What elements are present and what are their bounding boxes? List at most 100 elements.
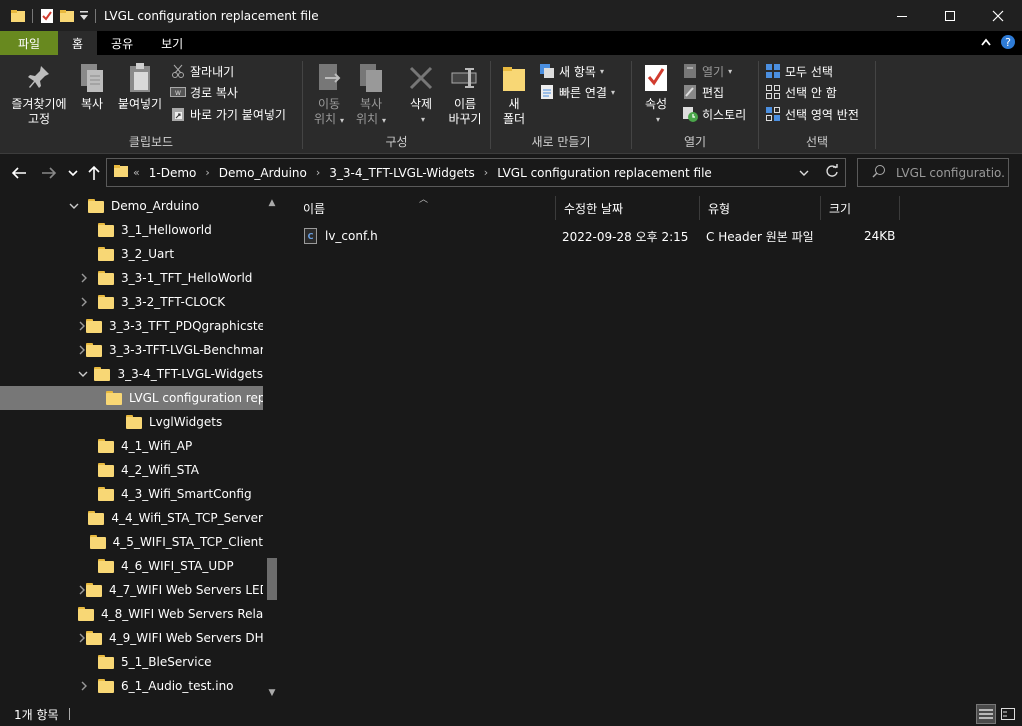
copy-to-label-1: 복사 <box>359 97 383 111</box>
overflow-crumbs[interactable]: « <box>133 166 140 179</box>
easy-access-button[interactable]: 빠른 연결 ▾ <box>539 82 615 102</box>
new-item-button[interactable]: 새 항목 ▾ <box>539 61 604 81</box>
breadcrumb-demo-arduino[interactable]: Demo_Arduino <box>219 166 307 180</box>
chevron-right-icon[interactable] <box>78 681 90 691</box>
invert-selection-button[interactable]: 선택 영역 반전 <box>765 104 859 124</box>
tree-item[interactable]: 4_3_Wifi_SmartConfig <box>0 482 263 506</box>
maximize-button[interactable] <box>926 0 974 31</box>
forward-button[interactable] <box>39 163 59 183</box>
tab-view[interactable]: 보기 <box>147 31 197 55</box>
collapse-ribbon-icon[interactable] <box>980 36 992 50</box>
copy-button[interactable]: 복사 <box>76 61 108 112</box>
tree-item[interactable]: 4_5_WIFI_STA_TCP_Client <box>0 530 263 554</box>
tree-item[interactable]: 3_3-3-TFT-LVGL-Benchmark <box>0 338 263 362</box>
chevron-right-icon[interactable] <box>78 345 86 355</box>
rename-button[interactable]: 이름 바꾸기 <box>445 61 485 127</box>
navigation-scrollbar[interactable]: ▲ ▼ <box>263 192 281 702</box>
scroll-down-icon[interactable]: ▼ <box>263 686 281 700</box>
tab-share[interactable]: 공유 <box>97 31 147 55</box>
ribbon-tabs: 파일 홈 공유 보기 ? <box>0 31 1022 55</box>
folder-icon <box>98 271 114 285</box>
chevron-right-icon[interactable] <box>78 585 86 595</box>
select-none-button[interactable]: 선택 안 함 <box>765 82 837 102</box>
chevron-down-icon[interactable] <box>68 202 80 210</box>
crumb-separator: › <box>315 166 321 179</box>
tree-item[interactable]: LvglWidgets <box>0 410 263 434</box>
tree-item[interactable]: Demo_Arduino <box>0 194 263 218</box>
copy-to-button[interactable]: 복사 위치 ▾ <box>353 61 389 128</box>
address-bar[interactable]: « 1-Demo › Demo_Arduino › 3_3-4_TFT-LVGL… <box>106 158 846 187</box>
folder-icon[interactable] <box>10 6 26 26</box>
properties-button[interactable]: 속성 ▾ <box>640 61 672 127</box>
customize-dropdown-icon[interactable] <box>79 6 89 26</box>
tree-item[interactable]: 4_4_Wifi_STA_TCP_Server <box>0 506 263 530</box>
close-button[interactable] <box>974 0 1022 31</box>
file-row[interactable]: C lv_conf.h 2022-09-28 오후 2:15 C Header … <box>297 224 897 248</box>
tree-item[interactable]: 6_1_Audio_test.ino <box>0 674 263 698</box>
open-button[interactable]: 열기 ▾ <box>682 61 732 81</box>
breadcrumb-1-demo[interactable]: 1-Demo <box>149 166 197 180</box>
history-button[interactable]: 히스토리 <box>682 104 746 124</box>
refresh-icon[interactable] <box>825 164 839 181</box>
tab-file[interactable]: 파일 <box>0 31 58 55</box>
delete-button[interactable]: 삭제 ▾ <box>403 61 439 127</box>
folder-icon <box>98 655 114 669</box>
up-button[interactable] <box>84 163 104 183</box>
chevron-right-icon[interactable] <box>78 297 90 307</box>
back-button[interactable] <box>9 163 29 183</box>
cut-button[interactable]: 잘라내기 <box>170 61 234 81</box>
chevron-right-icon[interactable] <box>78 633 86 643</box>
chevron-down-icon[interactable] <box>78 370 88 378</box>
large-icons-view-button[interactable] <box>998 704 1018 724</box>
tree-item[interactable]: LVGL configuration replacement file <box>0 386 263 410</box>
copy-path-button[interactable]: W 경로 복사 <box>170 82 238 102</box>
arrow-left-icon <box>11 167 26 179</box>
tree-item[interactable]: 4_6_WIFI_STA_UDP <box>0 554 263 578</box>
column-header-type[interactable]: 유형 <box>700 196 821 220</box>
tree-item[interactable]: 4_7_WIFI Web Servers LED <box>0 578 263 602</box>
select-all-button[interactable]: 모두 선택 <box>765 61 833 81</box>
details-view-button[interactable] <box>976 704 996 724</box>
column-header-size[interactable]: 크기 <box>821 196 900 220</box>
scrollbar-thumb[interactable] <box>267 558 277 600</box>
tree-item[interactable]: 3_3-2_TFT-CLOCK <box>0 290 263 314</box>
tree-item[interactable]: 4_2_Wifi_STA <box>0 458 263 482</box>
pin-to-quick-access-button[interactable]: 즐겨찾기에 고정 <box>6 61 72 127</box>
paste-button[interactable]: 붙여넣기 <box>114 61 166 112</box>
tree-item[interactable]: 4_1_Wifi_AP <box>0 434 263 458</box>
minimize-button[interactable] <box>878 0 926 31</box>
breadcrumb-current[interactable]: LVGL configuration replacement file <box>497 166 712 180</box>
chevron-right-icon[interactable] <box>78 273 90 283</box>
paste-shortcut-button[interactable]: 바로 가기 붙여넣기 <box>170 104 286 124</box>
tree-item[interactable]: 3_2_Uart <box>0 242 263 266</box>
new-group: 새 폴더 새 항목 ▾ 빠른 연결 ▾ 새로 만들기 <box>491 55 631 154</box>
new-folder-icon[interactable] <box>59 6 75 26</box>
new-group-label: 새로 만들기 <box>531 135 591 149</box>
tree-item[interactable]: 3_3-1_TFT_HelloWorld <box>0 266 263 290</box>
new-folder-button[interactable]: 새 폴더 <box>499 61 529 127</box>
arrow-right-icon <box>42 167 57 179</box>
properties-icon[interactable] <box>39 6 55 26</box>
address-history-chevron-icon[interactable] <box>799 166 809 180</box>
tree-item[interactable]: 3_1_Helloworld <box>0 218 263 242</box>
tree-item-label: 3_1_Helloworld <box>121 223 212 237</box>
tree-item[interactable]: 3_3-3_TFT_PDQgraphicstest <box>0 314 263 338</box>
move-to-button[interactable]: 이동 위치 ▾ <box>311 61 347 128</box>
scroll-up-icon[interactable]: ▲ <box>263 196 281 210</box>
edit-button[interactable]: 편집 <box>682 82 724 102</box>
tab-home[interactable]: 홈 <box>58 31 98 55</box>
recent-locations-button[interactable] <box>63 163 83 183</box>
chevron-right-icon[interactable] <box>78 321 86 331</box>
tree-item[interactable]: 4_8_WIFI Web Servers Relay <box>0 602 263 626</box>
search-input[interactable] <box>896 165 1006 180</box>
folder-icon <box>98 487 114 501</box>
column-header-name[interactable]: 이름 <box>295 196 556 220</box>
tree-item[interactable]: 3_3-4_TFT-LVGL-Widgets <box>0 362 263 386</box>
open-group: 속성 ▾ 열기 ▾ 편집 히스토리 열기 <box>632 55 758 154</box>
breadcrumb-lvgl-widgets[interactable]: 3_3-4_TFT-LVGL-Widgets <box>329 166 475 180</box>
tree-item[interactable]: 4_9_WIFI Web Servers DHT <box>0 626 263 650</box>
tree-item[interactable]: 5_1_BleService <box>0 650 263 674</box>
invert-selection-icon <box>765 106 781 122</box>
column-header-date[interactable]: 수정한 날짜 <box>556 196 700 220</box>
help-icon[interactable]: ? <box>1000 34 1016 53</box>
